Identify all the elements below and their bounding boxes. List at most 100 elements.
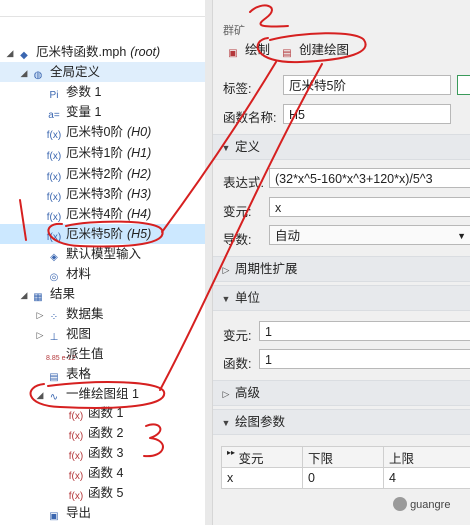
unit-function-input[interactable]: 1 (259, 349, 470, 369)
label-input[interactable]: 厄米特5阶 (283, 75, 451, 95)
table-cell[interactable]: x (221, 467, 303, 489)
view-icon: ⊥ (49, 332, 59, 343)
tree-func-h1[interactable]: f(x) 厄米特1阶 (H1) (46, 143, 152, 163)
section-title: 高级 (235, 386, 261, 400)
expand-icon: ▷ (222, 389, 230, 399)
tree-export[interactable]: ▣ 导出 (46, 503, 91, 523)
tree-materials[interactable]: ◎ 材料 (46, 264, 91, 284)
tree-plot-func-1[interactable]: f(x) 函数 1 (68, 403, 124, 423)
create-plot-icon: ▤ (282, 48, 292, 59)
tree-vars[interactable]: a= 变量 1 (46, 102, 101, 122)
plot-func-label: 函数 2 (88, 426, 124, 440)
tree-func-h0[interactable]: f(x) 厄米特0阶 (H0) (46, 122, 152, 142)
plot-button-label: 绘制 (245, 43, 271, 57)
func-label: 厄米特4阶 (66, 207, 123, 221)
function-icon: f(x) (46, 232, 62, 243)
section-units[interactable]: ▼ 单位 (213, 285, 470, 311)
derivative-label: 导数: (223, 233, 252, 247)
tree-views[interactable]: ▷ ⊥ 视图 (34, 324, 91, 344)
tree-func-h3[interactable]: f(x) 厄米特3阶 (H3) (46, 184, 152, 204)
table-header-row: ▸▸ 变元 下限 上限 (221, 446, 470, 468)
function-icon: f(x) (46, 130, 62, 141)
collapse-icon[interactable]: ◢ (4, 43, 16, 63)
tree-func-h5-selected[interactable]: f(x) 厄米特5阶 (H5) (0, 224, 205, 244)
func-label: 厄米特1阶 (66, 146, 123, 160)
results-label: 结果 (50, 287, 76, 301)
section-advanced[interactable]: ▷ 高级 (213, 380, 470, 406)
expand-icon[interactable]: ▷ (34, 305, 46, 325)
argument-input[interactable]: x (269, 197, 470, 217)
table-cell[interactable]: 0 (302, 467, 384, 489)
tree-global-defs[interactable]: ◢ ◍ 全局定义 (0, 62, 205, 82)
tree-plot-group[interactable]: ◢ ∿ 一维绘图组 1 (34, 384, 139, 404)
function-icon: f(x) (46, 172, 62, 183)
func-tag: (H5) (126, 227, 152, 241)
tree-plot-func-5[interactable]: f(x) 函数 5 (68, 483, 124, 503)
tree-default-input[interactable]: ◈ 默认模型输入 (46, 244, 141, 264)
tree-plot-func-4[interactable]: f(x) 函数 4 (68, 463, 124, 483)
collapse-icon[interactable]: ◢ (18, 285, 30, 305)
unit-function-label: 函数: (223, 357, 252, 371)
vars-label: 变量 1 (66, 105, 102, 119)
datasets-label: 数据集 (66, 307, 104, 321)
unit-argument-input[interactable]: 1 (259, 321, 470, 341)
tree-datasets[interactable]: ▷ ⁘ 数据集 (34, 304, 104, 324)
section-title: 绘图参数 (235, 415, 286, 429)
function-icon: f(x) (68, 431, 84, 442)
tree-func-h2[interactable]: f(x) 厄米特2阶 (H2) (46, 164, 152, 184)
table-icon: ▤ (49, 372, 59, 383)
func-label: 厄米特0阶 (66, 125, 123, 139)
collapse-icon[interactable]: ◢ (18, 63, 30, 83)
function-icon: f(x) (68, 491, 84, 502)
func-label: 厄米特5阶 (66, 227, 123, 241)
tree-func-h4[interactable]: f(x) 厄米特4阶 (H4) (46, 204, 152, 224)
tree-params[interactable]: Pi 参数 1 (46, 82, 102, 102)
watermark: guangre (393, 497, 450, 511)
function-name-input[interactable]: H5 (283, 104, 451, 124)
expression-input[interactable]: (32*x^5-160*x^3+120*x)/5^3 (269, 168, 470, 188)
tree-toolbar (0, 2, 205, 17)
variable-icon: a= (48, 110, 60, 121)
tree-root[interactable]: ◢ ◆ 厄米特函数.mph (root) (4, 42, 161, 63)
derivative-select[interactable]: 自动 ▼ (269, 225, 470, 245)
panel-title: 群矿 (223, 25, 245, 37)
tree-plot-func-2[interactable]: f(x) 函数 2 (68, 423, 124, 443)
argument-label: 变元: (223, 205, 252, 219)
wechat-icon (393, 497, 407, 511)
root-label: 厄米特函数.mph (36, 45, 127, 59)
params-label: 参数 1 (66, 85, 102, 99)
column-header[interactable]: 下限 (302, 446, 384, 468)
expand-icon[interactable]: ▷ (34, 325, 46, 345)
table-cell[interactable]: 4 (383, 467, 470, 489)
table-row[interactable]: x 0 4 (221, 467, 470, 489)
section-periodic[interactable]: ▷ 周期性扩展 (213, 256, 470, 282)
settings-panel: 群矿 ▣ 绘制 ▤ 创建绘图 标签: 厄米特5阶 函数名称: H5 ▼ 定义 表达式:… (212, 0, 470, 525)
model-input-icon: ◈ (50, 252, 58, 263)
expression-label: 表达式: (223, 176, 264, 190)
func-tag: (H0) (126, 125, 152, 139)
func-tag: (H4) (126, 207, 152, 221)
function-icon: f(x) (68, 451, 84, 462)
label-reset-icon[interactable] (457, 75, 470, 95)
plot-func-label: 函数 3 (88, 446, 124, 460)
tree-results[interactable]: ◢ ▦ 结果 (18, 284, 75, 304)
func-label: 厄米特3阶 (66, 187, 123, 201)
column-header-text: 变元 (238, 451, 264, 466)
expand-icon: ▷ (222, 265, 230, 275)
func-tag: (H1) (126, 146, 152, 160)
plot-button[interactable]: ▣ 绘制 (221, 40, 274, 60)
splitter[interactable] (205, 0, 212, 525)
collapse-icon: ▼ (221, 294, 231, 304)
tree-tables[interactable]: ▤ 表格 (46, 364, 91, 384)
section-plot-params[interactable]: ▼ 绘图参数 (213, 409, 470, 435)
tree-derived[interactable]: 8.85 e-12派生值 (46, 344, 104, 364)
column-header[interactable]: ▸▸ 变元 (221, 446, 303, 468)
plot-func-label: 函数 5 (88, 486, 124, 500)
collapse-icon[interactable]: ◢ (34, 385, 46, 405)
column-header[interactable]: 上限 (383, 446, 470, 468)
create-plot-button[interactable]: ▤ 创建绘图 (275, 40, 353, 60)
export-icon: ▣ (49, 511, 59, 522)
section-definition[interactable]: ▼ 定义 (213, 134, 470, 160)
tree-plot-func-3[interactable]: f(x) 函数 3 (68, 443, 124, 463)
globe-icon: ◍ (33, 70, 43, 81)
